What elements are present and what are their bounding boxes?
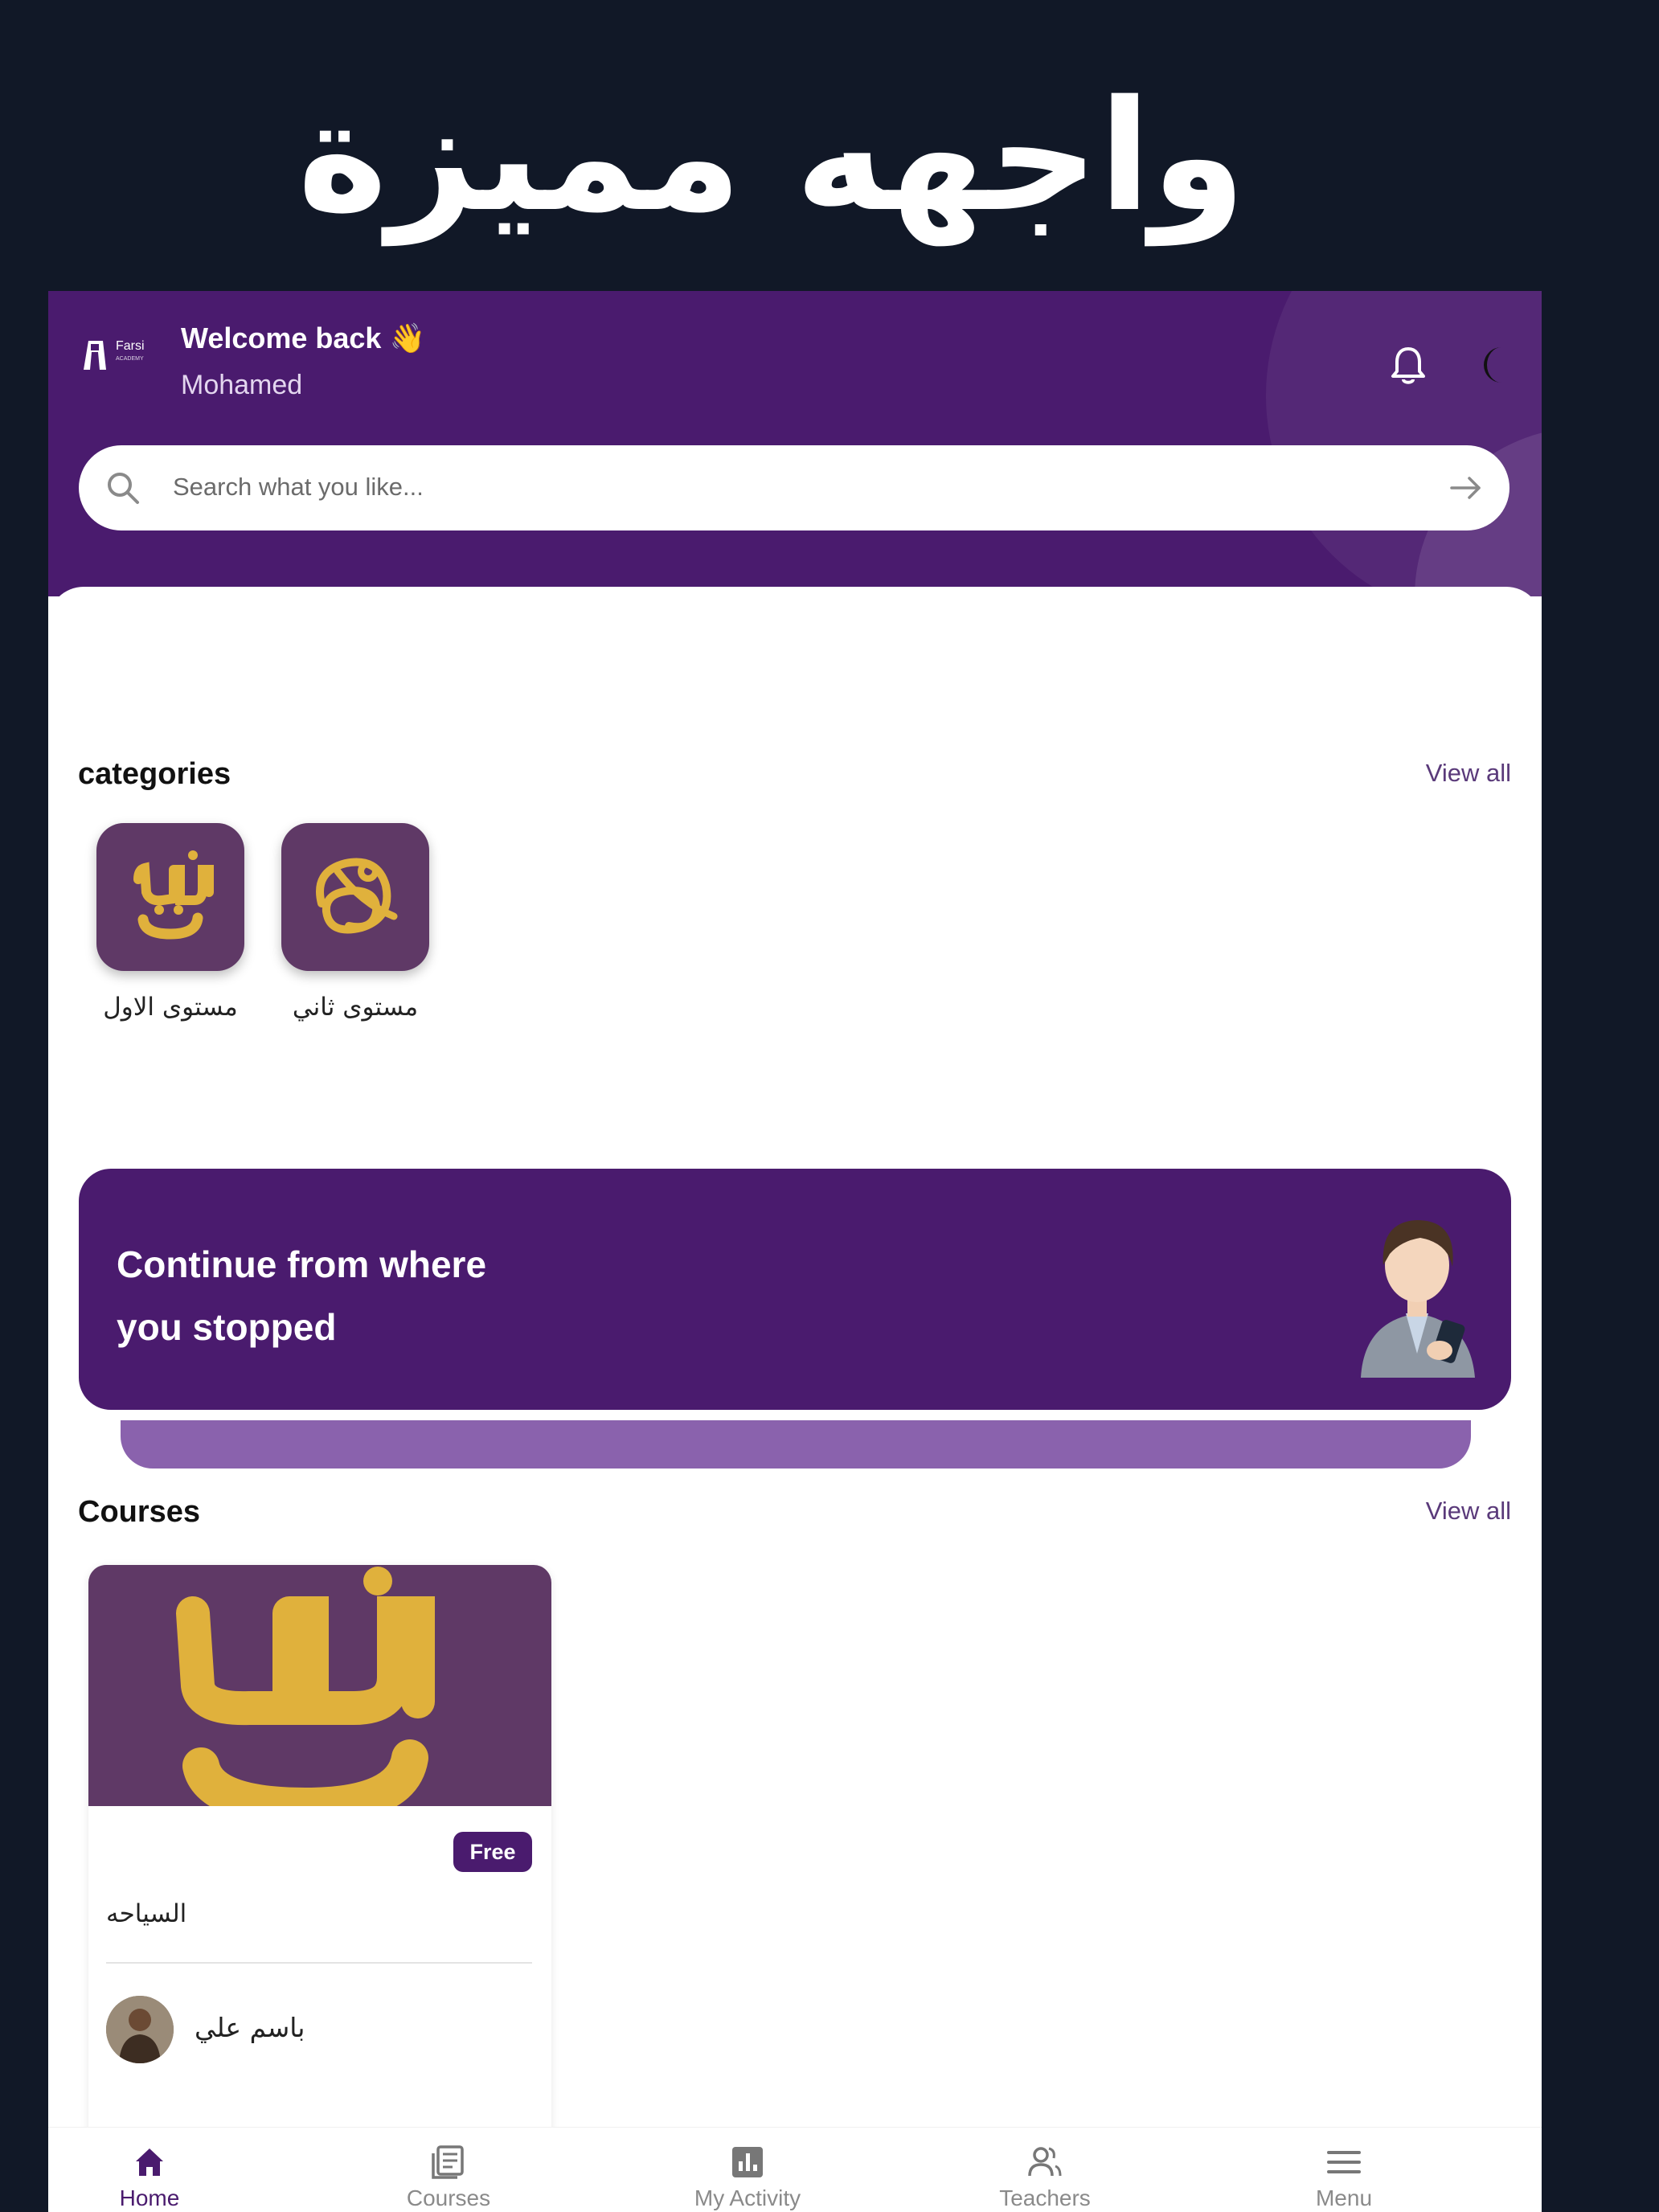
nav-label-courses: Courses <box>406 2185 491 2210</box>
course-title: السياحه <box>106 1899 187 1928</box>
continue-banner-line-1: Continue from where <box>117 1243 487 1285</box>
bottom-navigation: Home Courses My Activity Teachers Menu <box>48 2127 1542 2212</box>
nav-my-activity[interactable]: My Activity <box>651 2128 844 2212</box>
nav-courses[interactable]: Courses <box>352 2128 545 2212</box>
categories-view-all-link[interactable]: View all <box>1350 759 1511 788</box>
logo-subtext: ACADEMY <box>116 356 144 362</box>
teacher-name: باسم علي <box>195 2012 305 2043</box>
activity-chart-icon <box>732 2147 763 2177</box>
app-header: Farsi ACADEMY Welcome back 👋 Mohamed Sea… <box>48 291 1542 596</box>
arrow-right-icon[interactable] <box>1445 468 1485 508</box>
search-icon <box>108 473 139 504</box>
app-logo: Farsi ACADEMY <box>79 333 151 373</box>
character-illustration <box>1361 1220 1475 1378</box>
nav-teachers[interactable]: Teachers <box>948 2128 1141 2212</box>
courses-title: Courses <box>78 1495 201 1529</box>
username-text: Mohamed <box>181 370 303 400</box>
teacher-avatar <box>106 1996 174 2063</box>
welcome-text: Welcome back 👋 <box>181 322 426 354</box>
person-photo-icon <box>106 1996 174 2063</box>
teachers-icon <box>1028 2147 1062 2177</box>
logo-icon <box>84 341 106 370</box>
nav-label-home: Home <box>119 2185 180 2210</box>
app-screen: Farsi ACADEMY Welcome back 👋 Mohamed Sea… <box>48 291 1542 2212</box>
nav-label-teachers: Teachers <box>999 2185 1091 2210</box>
search-input[interactable]: Search what you like... <box>173 473 424 502</box>
course-card[interactable]: Free السياحه باسم علي <box>88 1565 551 2144</box>
continue-banner-line-2: you stopped <box>117 1306 337 1348</box>
zalift-logo-icon <box>133 850 214 940</box>
logo-text: Farsi <box>116 339 145 353</box>
bell-icon[interactable] <box>1384 341 1432 389</box>
nav-home[interactable]: Home <box>53 2128 246 2212</box>
calligraphy-knot-icon <box>316 858 398 934</box>
nav-menu[interactable]: Menu <box>1247 2128 1440 2212</box>
free-badge: Free <box>453 1832 532 1872</box>
zalift-logo-icon <box>176 1567 435 1825</box>
courses-icon <box>432 2145 464 2179</box>
menu-icon <box>1327 2151 1361 2173</box>
continue-banner[interactable]: Continue from where you stopped <box>79 1169 1511 1410</box>
moon-icon[interactable] <box>1471 341 1519 389</box>
banner-stack-shadow <box>121 1420 1471 1469</box>
courses-view-all-link[interactable]: View all <box>1350 1497 1511 1526</box>
nav-label-my-activity: My Activity <box>694 2185 801 2210</box>
nav-label-menu: Menu <box>1315 2185 1373 2210</box>
home-icon <box>136 2149 163 2176</box>
category-tile-level-2[interactable] <box>281 823 429 971</box>
categories-title: categories <box>78 757 231 791</box>
category-tile-level-1[interactable] <box>96 823 244 971</box>
course-thumbnail <box>88 1565 551 1825</box>
search-bar[interactable]: Search what you like... <box>79 445 1509 530</box>
divider <box>106 1962 532 1964</box>
category-label-level-2: مستوى ثاني <box>292 993 419 1022</box>
category-label-level-1: مستوى الاول <box>103 993 238 1022</box>
